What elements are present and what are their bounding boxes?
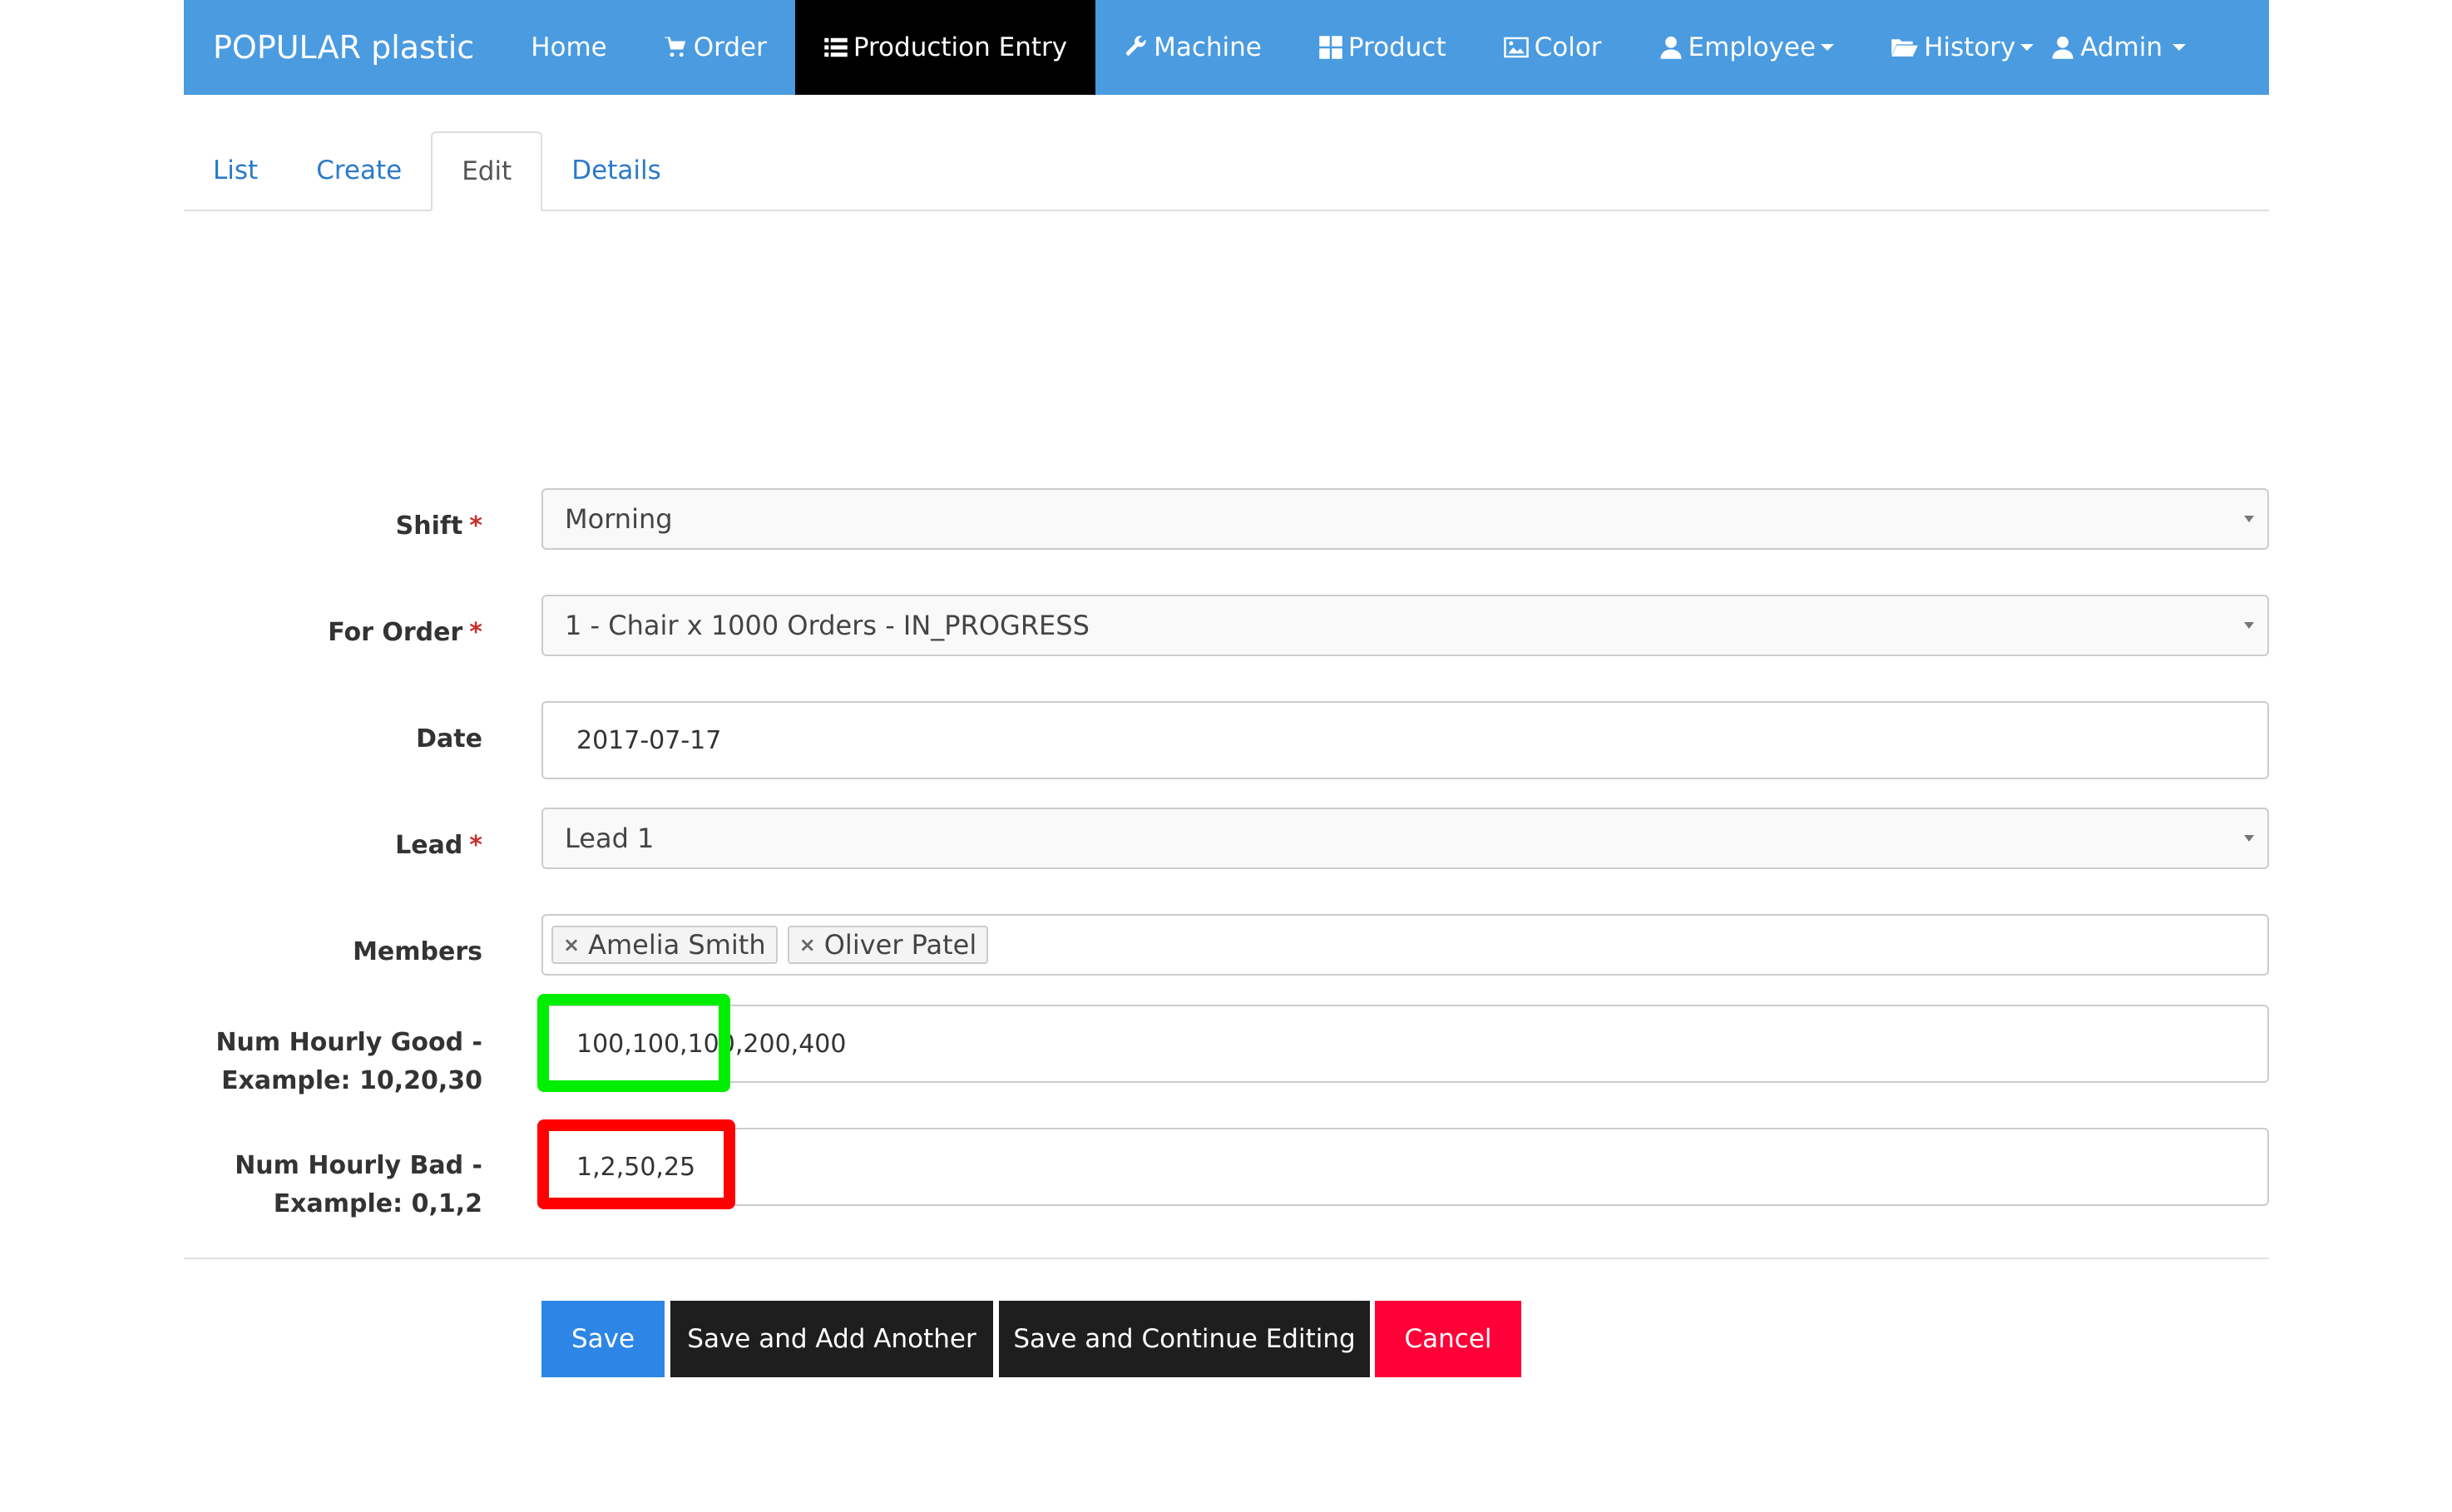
remove-tag-icon[interactable]: × [563, 933, 580, 956]
nav-item-product[interactable]: Product [1290, 0, 1475, 95]
remove-tag-icon[interactable]: × [799, 933, 816, 956]
nav-item-label: Home [531, 32, 607, 62]
num-hourly-bad-example: Example: 0,1,2 [273, 1189, 482, 1218]
required-marker: * [469, 618, 482, 647]
wrench-icon [1124, 35, 1149, 60]
shift-select[interactable]: Morning [541, 488, 2269, 550]
member-tag-label: Oliver Patel [823, 929, 977, 961]
grid-icon [1318, 35, 1343, 60]
num-hourly-bad-value: 1,2,50,25 [576, 1152, 696, 1182]
for-order-value: 1 - Chair x 1000 Orders - IN_PROGRESS [565, 610, 1090, 641]
members-multiselect[interactable]: × Amelia Smith × Oliver Patel [541, 914, 2269, 976]
chevron-down-icon [1821, 44, 1835, 51]
chevron-down-icon [2244, 835, 2254, 842]
num-hourly-bad-label: Num Hourly Bad - Example: 0,1,2 [235, 1147, 482, 1223]
chevron-down-icon [2244, 516, 2254, 522]
list-icon [823, 35, 848, 60]
shift-label: Shift * [396, 507, 482, 546]
date-label-text: Date [416, 724, 482, 754]
for-order-select[interactable]: 1 - Chair x 1000 Orders - IN_PROGRESS [541, 595, 2269, 656]
tab-edit[interactable]: Edit [431, 131, 543, 211]
date-input[interactable]: 2017-07-17 [541, 701, 2269, 779]
nav-item-label: Machine [1154, 32, 1262, 62]
shift-value: Morning [565, 503, 673, 535]
chevron-down-icon [2173, 44, 2186, 51]
picture-icon [1503, 35, 1530, 60]
date-label: Date [416, 720, 482, 758]
nav-item-machine[interactable]: Machine [1095, 0, 1290, 95]
user-icon [2050, 35, 2075, 60]
num-hourly-good-label-line1: Num Hourly Good - [215, 1028, 482, 1057]
form-divider [184, 1258, 2269, 1259]
cart-icon [664, 35, 689, 60]
lead-value: Lead 1 [565, 823, 655, 854]
nav-item-admin[interactable]: Admin [2022, 0, 2214, 95]
nav-menu: Home Order Production Entry Machine Prod… [502, 0, 2062, 95]
lead-label-text: Lead [395, 831, 463, 860]
member-tag: × Oliver Patel [787, 926, 989, 964]
required-marker: * [469, 511, 482, 541]
tab-details[interactable]: Details [542, 131, 690, 210]
member-tag: × Amelia Smith [551, 926, 778, 964]
nav-item-label: Product [1347, 32, 1446, 62]
num-hourly-bad-input[interactable]: 1,2,50,25 [541, 1128, 2269, 1206]
num-hourly-good-label: Num Hourly Good - Example: 10,20,30 [215, 1024, 482, 1100]
nav-item-label: Order [693, 32, 767, 62]
nav-item-label: Admin [2080, 32, 2163, 62]
brand-logo[interactable]: POPULAR plastic [184, 0, 502, 95]
shift-label-text: Shift [395, 511, 463, 541]
user-icon [1659, 35, 1683, 60]
lead-label: Lead * [395, 827, 482, 865]
save-and-add-another-button[interactable]: Save and Add Another [670, 1301, 993, 1377]
top-navbar: POPULAR plastic Home Order Production En… [184, 0, 2269, 95]
folder-open-icon [1891, 35, 1919, 60]
tab-list[interactable]: List [184, 131, 287, 210]
required-marker: * [469, 831, 482, 860]
chevron-down-icon [2244, 622, 2254, 629]
num-hourly-good-input[interactable]: 100,100,100,200,400 [541, 1005, 2269, 1083]
nav-item-color[interactable]: Color [1475, 0, 1630, 95]
cancel-button[interactable]: Cancel [1375, 1301, 1521, 1377]
nav-item-order[interactable]: Order [635, 0, 795, 95]
num-hourly-bad-label-line1: Num Hourly Bad - [235, 1151, 482, 1180]
lead-select[interactable]: Lead 1 [541, 808, 2269, 869]
tab-create[interactable]: Create [287, 131, 431, 210]
members-label: Members [353, 933, 482, 971]
members-label-text: Members [353, 937, 482, 966]
nav-item-label: Color [1534, 32, 1602, 62]
page: POPULAR plastic Home Order Production En… [184, 0, 2269, 1377]
nav-item-production-entry[interactable]: Production Entry [794, 0, 1096, 95]
nav-item-label: Employee [1688, 32, 1817, 62]
user-menu: Admin [2022, 0, 2214, 95]
save-button[interactable]: Save [541, 1301, 665, 1377]
nav-item-employee[interactable]: Employee [1630, 0, 1863, 95]
num-hourly-good-value: 100,100,100,200,400 [576, 1029, 847, 1059]
tab-bar: List Create Edit Details [184, 131, 2269, 211]
date-value: 2017-07-17 [576, 725, 722, 755]
for-order-label-text: For Order [328, 618, 463, 647]
for-order-label: For Order * [328, 614, 482, 652]
nav-item-label: History [1924, 32, 2016, 62]
save-and-continue-editing-button[interactable]: Save and Continue Editing [999, 1301, 1370, 1377]
nav-item-label: Production Entry [853, 32, 1068, 62]
nav-item-home[interactable]: Home [502, 0, 635, 95]
num-hourly-good-example: Example: 10,20,30 [221, 1066, 482, 1095]
member-tag-label: Amelia Smith [588, 929, 766, 961]
